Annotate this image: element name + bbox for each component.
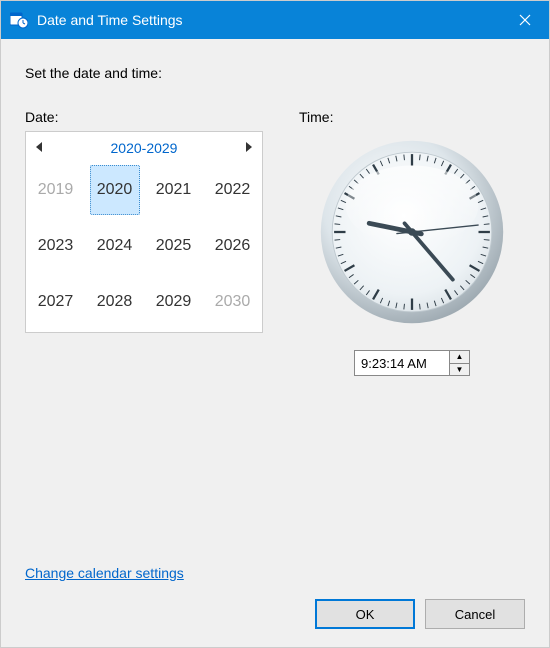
year-cell-2024[interactable]: 2024	[85, 218, 144, 274]
year-cell-2019[interactable]: 2019	[26, 162, 85, 218]
ok-button[interactable]: OK	[315, 599, 415, 629]
calendar-next-button[interactable]	[244, 141, 252, 155]
calendar-range-button[interactable]: 2020-2029	[111, 140, 178, 156]
time-spinner: ▲ ▼	[354, 350, 470, 376]
time-column: Time:	[299, 109, 525, 376]
year-cell-2025[interactable]: 2025	[144, 218, 203, 274]
year-cell-2027[interactable]: 2027	[26, 274, 85, 330]
analog-clock	[317, 137, 507, 330]
change-calendar-settings-link[interactable]: Change calendar settings	[25, 565, 525, 581]
date-column: Date: 2020-2029 2019202020212022 20232024…	[25, 109, 263, 376]
datetime-icon	[9, 10, 29, 30]
close-button[interactable]	[501, 1, 549, 39]
time-up-button[interactable]: ▲	[450, 351, 469, 364]
year-cell-2020[interactable]: 2020	[85, 162, 144, 218]
year-cell-2026[interactable]: 2026	[203, 218, 262, 274]
button-row: OK Cancel	[25, 599, 525, 629]
columns: Date: 2020-2029 2019202020212022 20232024…	[25, 109, 525, 376]
window: Date and Time Settings Set the date and …	[0, 0, 550, 648]
window-title: Date and Time Settings	[37, 12, 501, 28]
chevron-up-icon: ▲	[456, 352, 464, 361]
close-icon	[519, 14, 531, 26]
year-cell-2030[interactable]: 2030	[203, 274, 262, 330]
time-input[interactable]	[354, 350, 450, 376]
calendar: 2020-2029 201920202021202220232024202520…	[25, 131, 263, 333]
date-label: Date:	[25, 109, 263, 125]
year-cell-2021[interactable]: 2021	[144, 162, 203, 218]
chevron-left-icon	[36, 142, 44, 152]
year-cell-2022[interactable]: 2022	[203, 162, 262, 218]
year-cell-2023[interactable]: 2023	[26, 218, 85, 274]
chevron-down-icon: ▼	[456, 365, 464, 374]
year-cell-2028[interactable]: 2028	[85, 274, 144, 330]
time-down-button[interactable]: ▼	[450, 364, 469, 376]
time-label: Time:	[299, 109, 333, 125]
year-cell-2029[interactable]: 2029	[144, 274, 203, 330]
year-grid: 2019202020212022 2023202420252026 20272028…	[26, 162, 262, 330]
calendar-header: 2020-2029	[26, 138, 262, 162]
calendar-prev-button[interactable]	[36, 141, 44, 155]
chevron-right-icon	[244, 142, 252, 152]
time-spinner-buttons: ▲ ▼	[450, 350, 470, 376]
cancel-button[interactable]: Cancel	[425, 599, 525, 629]
content: Set the date and time: Date: 2020-2029 2…	[1, 39, 549, 647]
titlebar: Date and Time Settings	[1, 1, 549, 39]
instruction-text: Set the date and time:	[25, 65, 525, 81]
